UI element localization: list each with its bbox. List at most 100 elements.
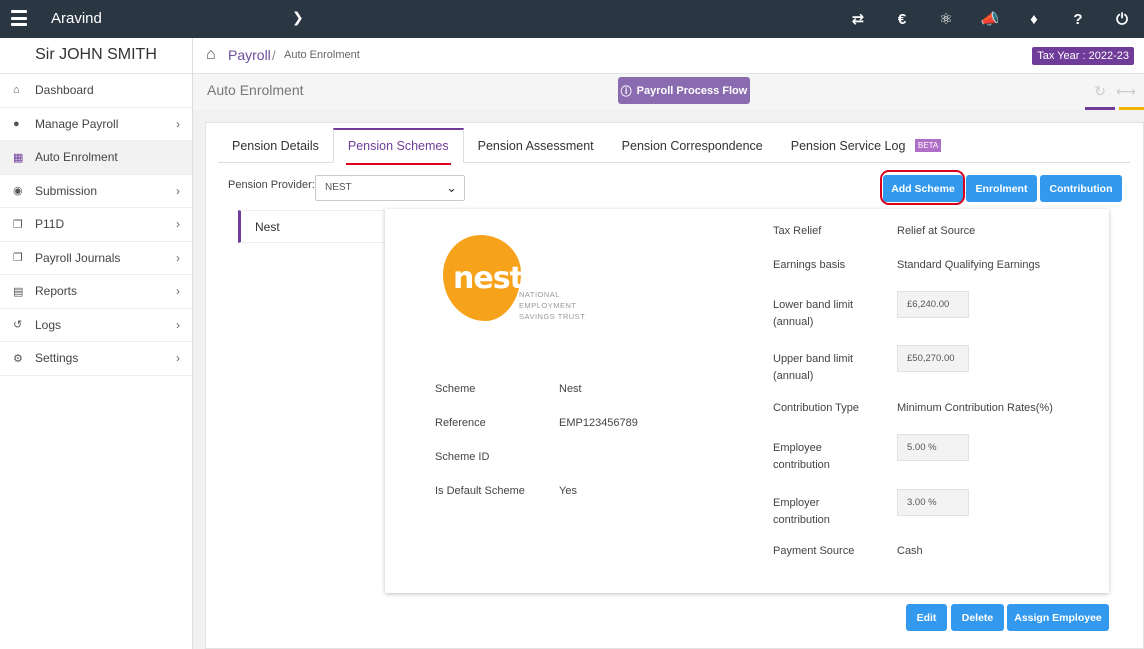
sidebar-item-reports[interactable]: ▤ Reports › <box>0 275 192 309</box>
sidebar: Sir JOHN SMITH ⌂ Dashboard ● Manage Payr… <box>0 38 193 649</box>
breadcrumb-current: Auto Enrolment <box>284 49 360 61</box>
pension-provider-label: Pension Provider: <box>228 179 315 191</box>
network-icon[interactable]: ⚛ <box>924 0 968 38</box>
nest-logo-subtitle: NATIONAL EMPLOYMENT SAVINGS TRUST <box>519 289 585 322</box>
home-icon: ⌂ <box>13 84 20 97</box>
sidebar-item-payroll-journals[interactable]: ❐ Payroll Journals › <box>0 242 192 275</box>
employee-contribution-label-line2: contribution <box>773 459 830 471</box>
lower-band-label-line2: (annual) <box>773 316 814 328</box>
enrolment-button[interactable]: Enrolment <box>966 175 1037 202</box>
sidebar-item-settings[interactable]: ⚙ Settings › <box>0 342 192 376</box>
page-title: Auto Enrolment <box>207 82 304 98</box>
user-icon: ● <box>13 117 20 130</box>
hamburger-menu-icon[interactable] <box>11 10 27 26</box>
breadcrumb-payroll[interactable]: Payroll <box>228 47 271 63</box>
sidebar-item-logs[interactable]: ↺ Logs › <box>0 309 192 342</box>
employer-contribution-label: Employer contribution <box>773 495 830 529</box>
users-icon: ◉ <box>13 185 23 198</box>
tab-bar: Pension Details Pension Schemes Pension … <box>218 128 1130 165</box>
megaphone-icon[interactable]: 📣 <box>968 0 1012 38</box>
copy-icon: ❐ <box>13 218 23 231</box>
accent-bar-yellow <box>1119 107 1144 110</box>
help-icon[interactable]: ? <box>1056 0 1100 38</box>
refresh-icon[interactable]: ↻ <box>1094 83 1106 100</box>
payment-source-value: Cash <box>897 545 923 557</box>
assign-employee-button[interactable]: Assign Employee <box>1007 604 1109 631</box>
payroll-process-flow-button[interactable]: ⓘ Payroll Process Flow <box>618 77 750 104</box>
lower-band-label: Lower band limit (annual) <box>773 297 853 331</box>
employee-contribution-label-line1: Employee <box>773 442 822 454</box>
sidebar-item-label: P11D <box>35 217 65 232</box>
tab-pension-assessment[interactable]: Pension Assessment <box>464 139 608 162</box>
page-header: Auto Enrolment ⓘ Payroll Process Flow ↻ … <box>193 74 1144 110</box>
tab-pension-schemes[interactable]: Pension Schemes <box>332 128 464 165</box>
upper-band-field: £50,270.00 <box>897 345 969 372</box>
sidebar-item-auto-enrolment[interactable]: ▦ Auto Enrolment <box>0 141 192 175</box>
edit-button[interactable]: Edit <box>906 604 947 631</box>
employer-contribution-label-line2: contribution <box>773 514 830 526</box>
scheme-id-label: Scheme ID <box>435 451 490 463</box>
expand-icon[interactable]: ⟷ <box>1116 83 1136 100</box>
upper-band-label-line2: (annual) <box>773 370 814 382</box>
nest-logo-line3: SAVINGS TRUST <box>519 312 586 321</box>
employee-contribution-field: 5.00 % <box>897 434 969 461</box>
chevron-right-icon: › <box>176 250 180 265</box>
reference-label: Reference <box>435 417 486 429</box>
sidebar-item-manage-payroll[interactable]: ● Manage Payroll › <box>0 108 192 141</box>
sidebar-item-dashboard[interactable]: ⌂ Dashboard <box>0 74 192 108</box>
earnings-basis-label: Earnings basis <box>773 259 846 271</box>
earnings-basis-value: Standard Qualifying Earnings <box>897 259 1041 271</box>
pension-provider-select[interactable]: NEST ⌄ <box>315 175 465 201</box>
scheme-label: Scheme <box>435 383 476 395</box>
chevron-down-icon: ⌄ <box>446 180 457 195</box>
sidebar-item-label: Auto Enrolment <box>35 150 118 165</box>
tax-relief-value: Relief at Source <box>897 225 976 237</box>
sidebar-item-submission[interactable]: ◉ Submission › <box>0 175 192 208</box>
nest-logo: nest NATIONAL EMPLOYMENT SAVINGS TRUST <box>443 235 603 325</box>
history-icon: ↺ <box>13 319 23 332</box>
chevron-right-icon: › <box>176 116 180 131</box>
top-icon-bar: ⇄ € ⚛ 📣 ♦ ? ⏻ <box>836 0 1144 38</box>
tax-relief-label: Tax Relief <box>773 225 822 237</box>
payroll-process-flow-label: Payroll Process Flow <box>636 84 748 97</box>
chevron-right-icon: › <box>176 183 180 198</box>
sidebar-item-label: Logs <box>35 317 62 332</box>
accent-bar-purple <box>1085 107 1115 110</box>
swap-icon[interactable]: ⇄ <box>836 0 880 38</box>
add-scheme-button[interactable]: Add Scheme <box>883 175 963 202</box>
main-panel: Pension Details Pension Schemes Pension … <box>205 122 1144 649</box>
power-icon[interactable]: ⏻ <box>1100 0 1144 38</box>
default-scheme-label: Is Default Scheme <box>435 485 525 497</box>
sidebar-item-label: Payroll Journals <box>35 250 121 265</box>
currency-icon[interactable]: € <box>880 0 924 38</box>
gear-icon: ⚙ <box>13 352 23 365</box>
sidebar-item-label: Settings <box>35 351 79 366</box>
tab-pension-details[interactable]: Pension Details <box>218 139 333 162</box>
nest-logo-word: nest <box>453 261 524 296</box>
nest-logo-line2: EMPLOYMENT <box>519 301 577 310</box>
contribution-button[interactable]: Contribution <box>1040 175 1122 202</box>
scheme-list-label: Nest <box>255 220 280 234</box>
contribution-type-label: Contribution Type <box>773 402 860 414</box>
scheme-value: Nest <box>559 383 582 395</box>
tab-pension-service-log[interactable]: Pension Service Log BETA <box>777 139 955 162</box>
user-name[interactable]: Aravind <box>51 10 102 27</box>
tab-pension-correspondence[interactable]: Pension Correspondence <box>608 139 777 162</box>
sidebar-item-label: Dashboard <box>35 83 94 98</box>
ticket-icon[interactable]: ♦ <box>1012 0 1056 38</box>
scheme-list-item-nest[interactable]: Nest <box>238 210 388 243</box>
employer-contribution-label-line1: Employer <box>773 497 820 509</box>
home-icon[interactable]: ⌂ <box>206 46 216 64</box>
employee-contribution-label: Employee contribution <box>773 440 830 474</box>
sidebar-item-label: Reports <box>35 284 78 299</box>
top-bar: Aravind ❯ ⇄ € ⚛ 📣 ♦ ? ⏻ <box>0 0 1144 38</box>
chevron-down-icon[interactable]: ❯ <box>292 9 304 26</box>
sidebar-item-p11d[interactable]: ❐ P11D › <box>0 208 192 242</box>
tax-year-badge: Tax Year : 2022-23 <box>1032 47 1134 65</box>
delete-button[interactable]: Delete <box>951 604 1004 631</box>
sidebar-item-label: Submission <box>35 183 98 198</box>
breadcrumb-separator: / <box>272 48 276 63</box>
chevron-right-icon: › <box>176 351 180 366</box>
reference-value: EMP123456789 <box>559 417 638 429</box>
beta-badge: BETA <box>914 139 942 152</box>
